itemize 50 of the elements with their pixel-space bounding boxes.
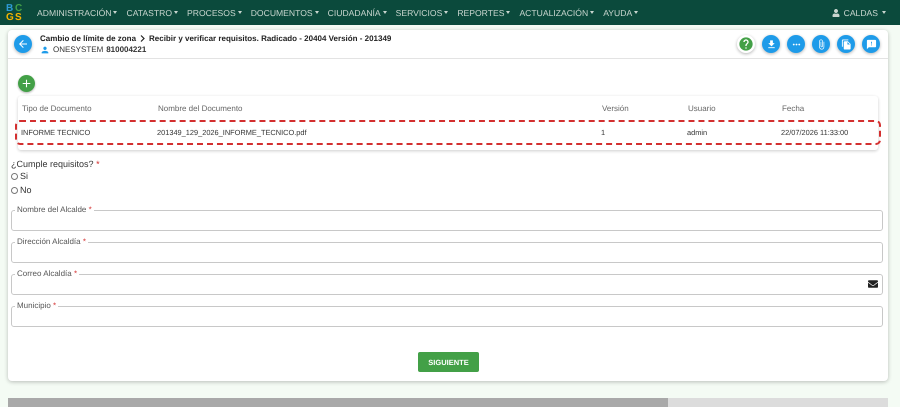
column-header: Tipo de Documento — [22, 104, 93, 112]
column-header: Nombre del Documento — [158, 104, 244, 112]
nav-menu[interactable]: ACTUALIZACIÓN — [519, 8, 594, 18]
paperclip-button[interactable] — [812, 35, 830, 53]
plus-icon — [20, 77, 33, 90]
back-button[interactable] — [14, 35, 32, 53]
help-button[interactable] — [737, 35, 755, 53]
help-icon — [738, 36, 754, 52]
input-field[interactable]: Municipio * — [11, 301, 883, 327]
column-header: Fecha — [782, 104, 806, 112]
field-label: Nombre del Alcalde * — [16, 205, 93, 215]
comment-button[interactable] — [862, 35, 880, 53]
nav-menu[interactable]: SERVICIOS — [396, 8, 448, 18]
question-label: ¿Cumple requisitos? * — [11, 159, 101, 169]
back-arrow-icon — [17, 38, 29, 50]
envelope-icon — [868, 279, 878, 289]
horizontal-scrollbar[interactable] — [8, 398, 888, 407]
owner-id: 810004221 — [106, 45, 146, 54]
nav-menu[interactable]: PROCESOS — [187, 8, 242, 18]
person-icon — [40, 44, 50, 54]
breadcrumb-item[interactable]: Cambio de límite de zona — [40, 34, 136, 42]
copy-icon — [840, 38, 852, 50]
nav-menu[interactable]: REPORTES — [457, 8, 510, 18]
copy-button[interactable] — [837, 35, 855, 53]
download-button[interactable] — [762, 35, 780, 53]
comment-icon — [866, 38, 876, 50]
nav-menu[interactable]: AYUDA — [603, 8, 638, 18]
logo: B C GS — [6, 4, 24, 22]
breadcrumb-item: Recibir y verificar requisitos. Radicado - 20404 Versión - 201349 — [149, 34, 392, 42]
radio-option[interactable]: No — [11, 183, 886, 197]
add-button[interactable] — [18, 75, 35, 92]
input-field[interactable]: Nombre del Alcalde * — [11, 205, 883, 231]
input-field[interactable]: Correo Alcaldía * — [11, 269, 883, 295]
input-field[interactable]: Dirección Alcaldía * — [11, 237, 883, 263]
column-header: Usuario — [688, 104, 717, 112]
download-icon — [766, 38, 776, 50]
more-button[interactable] — [787, 35, 805, 53]
chevron-icon — [140, 34, 146, 42]
nav-menu[interactable]: ADMINISTRACIÓN — [37, 8, 118, 18]
radio-option[interactable]: Si — [11, 169, 886, 183]
field-label: Correo Alcaldía * — [16, 269, 78, 279]
nav-menu[interactable]: CATASTRO — [126, 8, 178, 18]
field-label: Municipio * — [16, 301, 58, 311]
user-icon — [832, 8, 840, 16]
field-label: Dirección Alcaldía * — [16, 237, 87, 247]
user-menu[interactable]: CALDAS — [832, 8, 886, 18]
owner-name: ONESYSTEM — [53, 45, 104, 54]
nav-menu[interactable]: DOCUMENTOS — [250, 8, 319, 18]
nav-menu[interactable]: CIUDADANÍA — [328, 8, 387, 18]
column-header: Versión — [602, 104, 630, 112]
